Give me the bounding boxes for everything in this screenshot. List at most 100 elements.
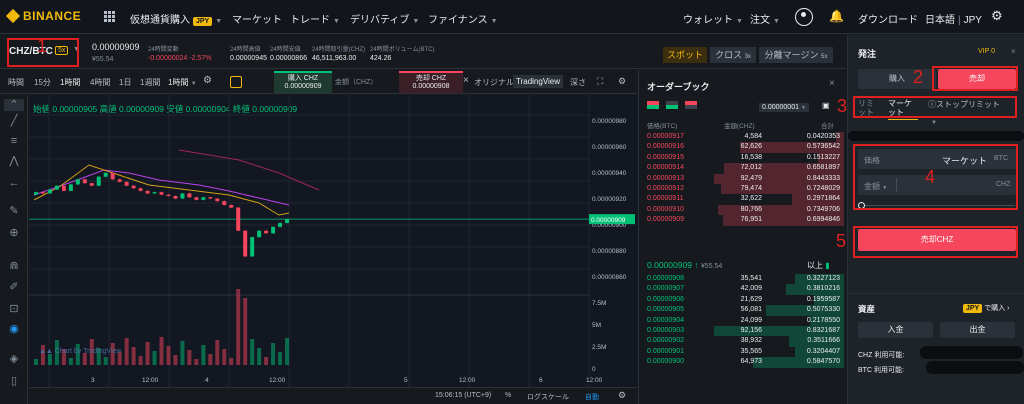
nav-item-download[interactable]: ダウンロード [858, 11, 918, 26]
asks-row[interactable]: 0.00000917 4,584 0.0420353 [639, 132, 844, 143]
chart-type-depth[interactable]: 深さ [570, 77, 586, 88]
auto-scale-toggle[interactable]: 自動 [585, 392, 599, 402]
pencil-lock-icon[interactable]: ✐ [8, 281, 20, 293]
chart-canvas[interactable]: 0.00000980 0.00000960 0.00000940 0.00000920… [29, 95, 637, 404]
asks-row[interactable]: 0.00000912 79,474 0.7248029 [639, 184, 844, 195]
submit-sell-button[interactable]: 売却CHZ [858, 229, 1016, 251]
binance-logo[interactable]: BINANCE [5, 8, 81, 24]
nav-item-finance[interactable]: ファイナンス ▼ [428, 11, 498, 26]
layers-icon[interactable]: ◈ [8, 353, 20, 365]
bids-row[interactable]: 0.00000903 92,156 0.8321687 [639, 326, 844, 337]
asks-row[interactable]: 0.00000913 92,479 0.8443333 [639, 173, 844, 184]
volume-bar [180, 341, 185, 365]
asks-amount: 62,626 [740, 143, 762, 151]
bids-row[interactable]: 0.00000907 42,009 0.3810216 [639, 284, 844, 295]
time-axis-label: 5 [404, 377, 408, 384]
percent-toggle[interactable]: % [505, 392, 511, 399]
more-link[interactable]: 以上 ▮ [807, 260, 830, 271]
asks-row[interactable]: 0.00000911 32,622 0.2971864 [639, 194, 844, 205]
nav-item-derivatives[interactable]: デリバティブ ▼ [350, 11, 419, 26]
type-market[interactable]: マーケット [888, 99, 918, 117]
eye-icon[interactable]: ◉ [8, 323, 20, 335]
sell-tab-button[interactable]: 売却 [938, 69, 1016, 89]
bids-row[interactable]: 0.00000905 56,081 0.5075330 [639, 305, 844, 316]
trendline-tool-icon[interactable]: ╱ [8, 115, 20, 127]
book-settings-icon[interactable]: ▣ [822, 101, 830, 110]
chart-settings-icon[interactable]: ⚙ [618, 390, 626, 401]
bids-row[interactable]: 0.00000900 64,973 0.5847570 [639, 357, 844, 368]
bids-amount: 92,156 [740, 327, 762, 334]
interval-15m[interactable]: 15分 [34, 77, 51, 88]
amount-slider-track[interactable] [865, 205, 1015, 206]
bids-row[interactable]: 0.00000906 21,629 0.1959587 [639, 294, 844, 306]
bell-icon[interactable]: 🔔 [829, 9, 844, 23]
deposit-button[interactable]: 入金 [858, 322, 933, 338]
nav-item-buy-crypto[interactable]: 仮想通貨購入 JPY ▼ [130, 11, 222, 26]
book-both-view-icon[interactable] [647, 101, 659, 109]
interval-4h[interactable]: 4時間 [90, 77, 110, 88]
asks-row[interactable]: 0.00000914 72,012 0.6581897 [639, 163, 844, 174]
tab-spot[interactable]: スポット [663, 47, 707, 63]
more-settings-icon[interactable]: ⚙ [618, 76, 626, 87]
asks-row[interactable]: 0.00000909 76,951 0.6994846 [639, 215, 844, 226]
amount-type-select[interactable]: 金額 ▼ [864, 181, 887, 192]
close-icon[interactable]: × [829, 78, 835, 89]
chart-buy-button[interactable]: 購入 CHZ 0.00000909 [274, 71, 332, 93]
asks-row[interactable]: 0.00000916 62,626 0.5736542 [639, 142, 844, 153]
indicator-settings-icon[interactable]: ⚙ [203, 75, 212, 86]
chart-type-tradingview[interactable]: TradingView [513, 75, 564, 88]
bids-row[interactable]: 0.00000908 35,541 0.3227123 [639, 274, 844, 285]
price-input[interactable]: 価格 マーケット BTC [858, 149, 1016, 169]
amount-input[interactable]: 金額 ▼ CHZ [858, 175, 1016, 195]
asks-row[interactable]: 0.00000915 16,538 0.1513227 [639, 152, 844, 164]
buy-tab-button[interactable]: 購入 [858, 69, 936, 89]
lock-icon[interactable]: ⊡ [8, 303, 20, 315]
close-icon[interactable]: × [463, 75, 469, 86]
user-avatar-icon[interactable] [795, 8, 813, 26]
calculator-icon[interactable] [230, 76, 242, 88]
cursor-tool-icon[interactable]: ⌃ [4, 99, 24, 111]
tab-isolated-margin[interactable]: 分離マージン 5x [759, 47, 833, 63]
bids-row[interactable]: 0.00000902 38,932 0.3511666 [639, 336, 844, 347]
interval-1h[interactable]: 1時間 [60, 77, 80, 88]
price-chart[interactable]: 始値 0.00000905 高値 0.00000909 安値 0.0000090… [29, 95, 637, 404]
type-limit[interactable]: リミット [858, 99, 880, 117]
amount-slider-handle[interactable] [858, 202, 865, 209]
chevron-down-icon[interactable]: ▼ [931, 120, 937, 126]
buy-with-jpy-link[interactable]: JPY で購入 › [963, 303, 1009, 313]
settings-gear-icon[interactable]: ⚙ [991, 8, 1003, 24]
arrow-left-icon[interactable]: ← [8, 177, 20, 189]
precision-select[interactable]: 0.00000001 ▼ [759, 103, 809, 112]
close-icon[interactable]: × [1011, 47, 1016, 56]
nav-item-trade[interactable]: トレード ▼ [290, 11, 340, 26]
bids-amount: 42,009 [740, 285, 762, 293]
log-scale-toggle[interactable]: ログスケール [527, 392, 569, 402]
nav-item-orders[interactable]: 注文 ▼ [750, 11, 780, 26]
brush-tool-icon[interactable]: ✎ [8, 205, 20, 217]
withdraw-button[interactable]: 出金 [940, 322, 1015, 338]
price-axis-label: 0.00000920 [592, 196, 627, 203]
nav-item-markets[interactable]: マーケット [232, 11, 282, 26]
book-bids-view-icon[interactable] [666, 101, 678, 109]
tab-cross-margin[interactable]: クロス 3x [710, 47, 756, 63]
apps-grid-icon[interactable] [104, 11, 115, 22]
nav-item-wallet[interactable]: ウォレット ▼ [683, 11, 743, 26]
chevron-down-icon[interactable]: ▼ [73, 46, 80, 53]
chart-sell-button[interactable]: 売却 CHZ 0.00000908 [399, 71, 463, 93]
book-asks-view-icon[interactable] [685, 101, 697, 109]
type-stop-limit[interactable]: ⓘストップリミット [928, 99, 1000, 110]
interval-1d[interactable]: 1日 [119, 77, 131, 88]
fib-tool-icon[interactable]: ≡ [8, 135, 20, 147]
pattern-tool-icon[interactable]: ⋀ [8, 155, 20, 167]
chart-type-original[interactable]: オリジナル [474, 77, 514, 88]
magnet-icon[interactable]: ⋒ [8, 260, 20, 272]
nav-item-language[interactable]: 日本語 | JPY [925, 11, 982, 26]
interval-1w[interactable]: 1週間 [140, 77, 160, 88]
trash-icon[interactable]: ▯ [8, 375, 20, 387]
zoom-in-icon[interactable]: ⊕ [8, 227, 20, 239]
fullscreen-icon[interactable]: ⛶ [597, 76, 603, 87]
bids-row[interactable]: 0.00000904 24,099 0.2178550 [639, 315, 844, 326]
interval-select[interactable]: 1時間 ▼ [168, 77, 197, 88]
asks-row[interactable]: 0.00000910 80,766 0.7349706 [639, 204, 844, 216]
bids-row[interactable]: 0.00000901 35,565 0.3204407 [639, 346, 844, 358]
